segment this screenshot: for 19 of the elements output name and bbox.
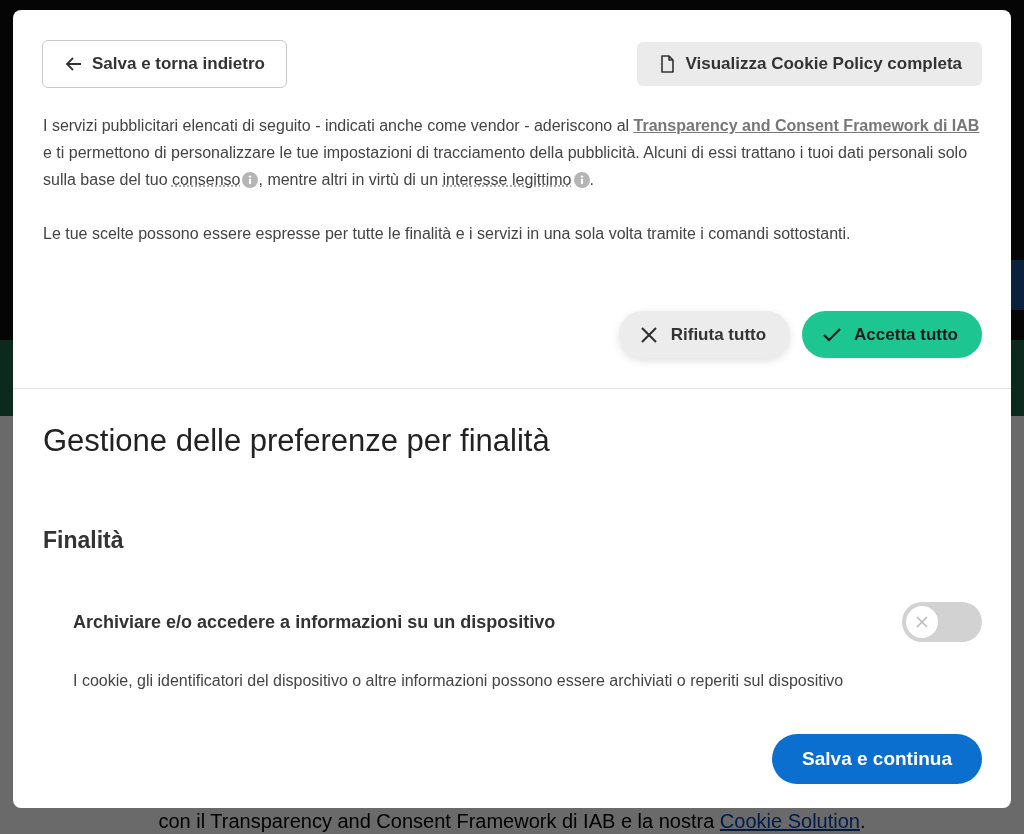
intro-paragraph: Le tue scelte possono essere espresse per tutte le finalità e i servizi in una sola volta tramite i comandi sottostanti. — [43, 224, 852, 244]
purpose-title: Archiviare e/o accedere a informazioni su un dispositivo — [73, 611, 556, 633]
footer-text: con il Transparency and Consent Framework di IAB e la nostra Cookie Solution. — [158, 810, 866, 833]
cookie-policy-button[interactable]: Visualizza Cookie Policy completa — [637, 42, 982, 86]
term-link[interactable]: interesse legittimo — [442, 171, 572, 188]
info-icon[interactable] — [242, 172, 259, 188]
intro-paragraph: I servizi pubblicitari elencati di seguito - indicati anche come vendor - aderiscono al Transparency and Consent Framework di IAB e ti permettono di personalizzare le tue impostazioni di tracciamento della pubblicità. Alcuni di essi trattano i tuoi dati personali solo sulla base del tuo consenso , mentre altri in virtù di un interesse legittimo . — [43, 116, 981, 190]
section-title: Gestione delle preferenze per finalità — [43, 423, 551, 459]
link[interactable]: Transparency and Consent Framework di IAB — [633, 117, 980, 134]
toggle-switch[interactable] — [902, 602, 982, 642]
accept-all-button[interactable]: Accetta tutto — [802, 311, 982, 358]
reject-all-button[interactable]: Rifiuta tutto — [618, 311, 791, 358]
purpose-description: I cookie, gli identificatori del dispositivo o altre informazioni possono essere archiviati o reperiti sul dispositivo — [73, 672, 845, 690]
group-title: Finalità — [43, 527, 125, 554]
save-continue-button[interactable]: Salva e continua — [772, 734, 982, 784]
back-button[interactable]: Salva e torna indietro — [42, 40, 287, 88]
info-icon[interactable] — [573, 172, 590, 188]
close-icon — [638, 324, 659, 345]
term-link[interactable]: consenso — [172, 171, 241, 188]
